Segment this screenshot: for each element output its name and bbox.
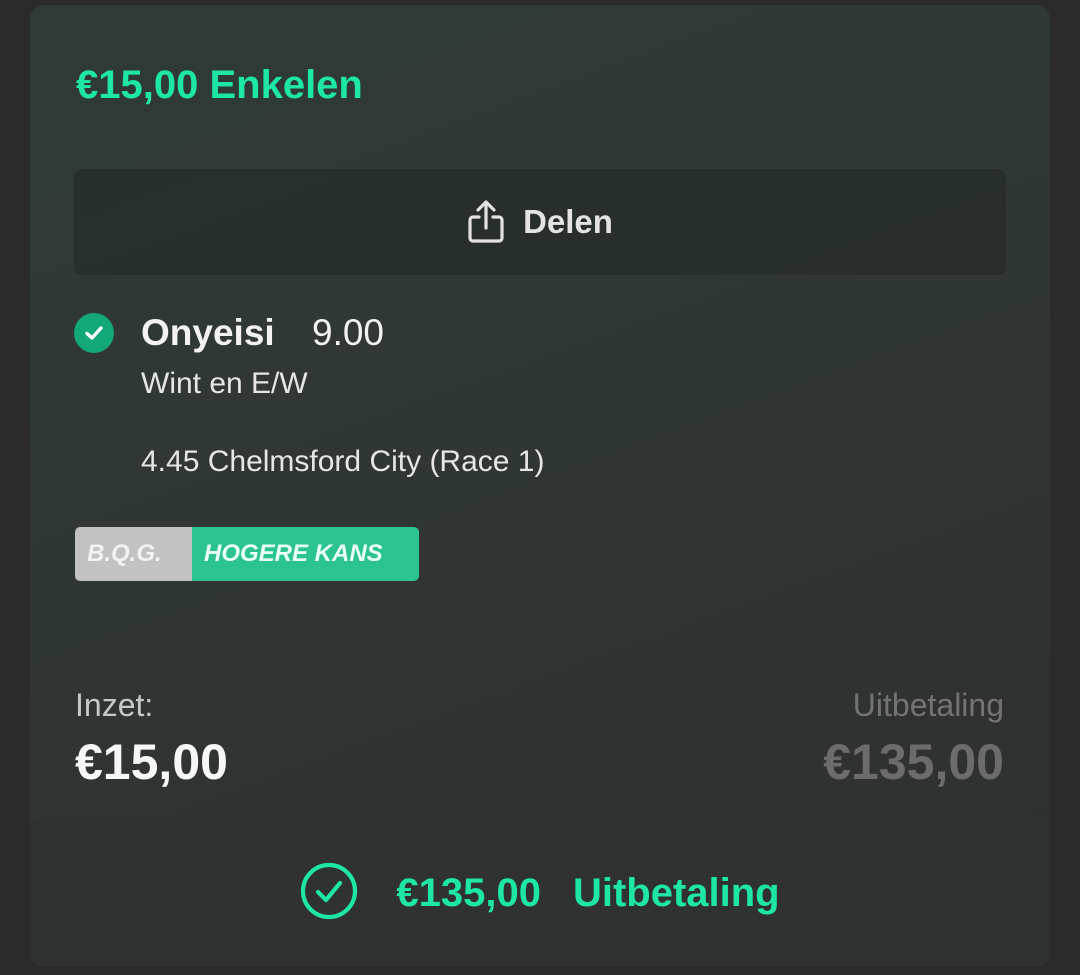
- result-amount: €135,00: [396, 871, 541, 915]
- result-label: Uitbetaling: [572, 871, 780, 915]
- badge-hogere-kans: HOGERE KANS: [192, 527, 419, 581]
- selection-market: Wint en E/W: [141, 367, 308, 400]
- share-button[interactable]: Delen: [74, 169, 1006, 275]
- share-label: Delen: [523, 203, 613, 240]
- stake-label: Inzet:: [75, 687, 154, 723]
- bet-card: €15,00 Enkelen Delen Onyeisi 9.00 Wint e…: [30, 5, 1050, 967]
- stake-value: €15,00: [75, 734, 228, 790]
- bet-title: €15,00 Enkelen: [76, 63, 363, 107]
- selection-event: 4.45 Chelmsford City (Race 1): [141, 445, 545, 478]
- badge-bqg: B.Q.G.: [75, 527, 192, 581]
- promo-badge: B.Q.G. HOGERE KANS: [75, 527, 419, 581]
- result-footer: €135,00 Uitbetaling: [30, 820, 1050, 967]
- check-circle-outline-icon: [300, 862, 358, 925]
- payout-value: €135,00: [823, 734, 1004, 790]
- payout-label: Uitbetaling: [852, 687, 1004, 723]
- check-circle-icon: [74, 313, 114, 353]
- share-icon: [467, 200, 505, 244]
- selection-name: Onyeisi: [141, 312, 275, 353]
- selection-odds: 9.00: [312, 312, 385, 353]
